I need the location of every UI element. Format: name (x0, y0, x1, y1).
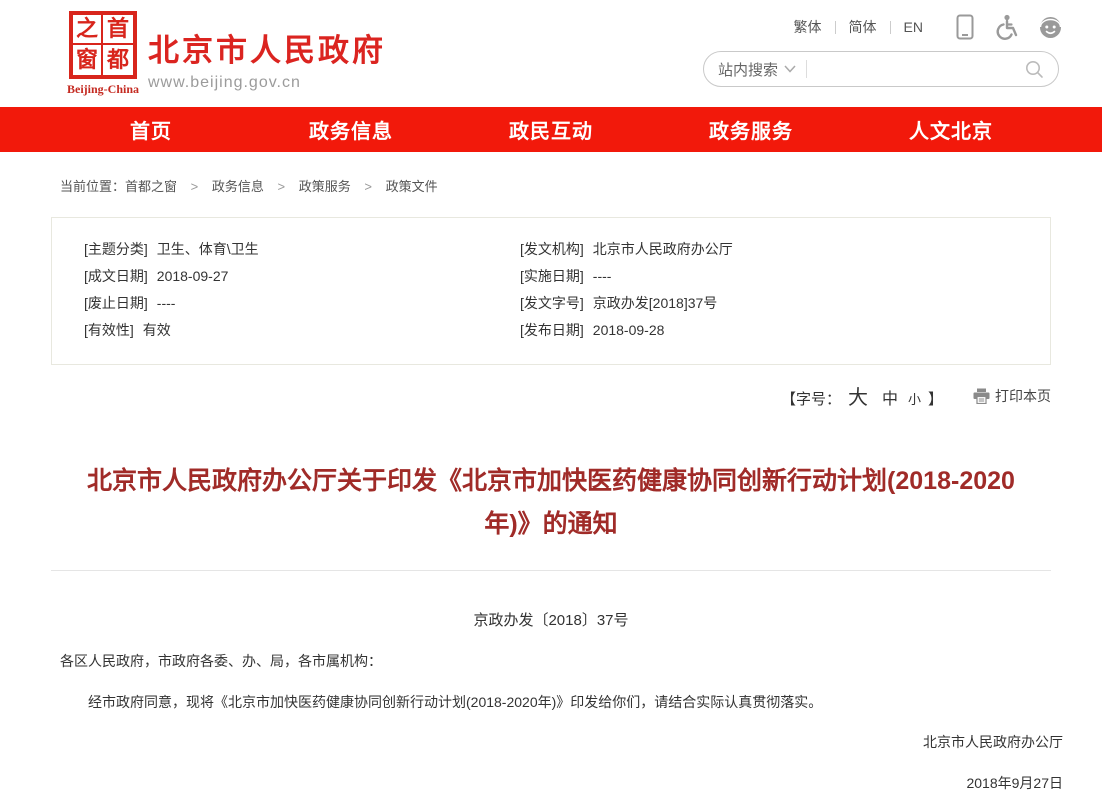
printer-icon (973, 388, 990, 404)
document-title: 北京市人民政府办公厅关于印发《北京市加快医药健康协同创新行动计划(2018-20… (79, 460, 1023, 546)
nav-item-services[interactable]: 政务服务 (651, 107, 851, 152)
meta-label: [废止日期] (84, 290, 148, 317)
nav-item-culture[interactable]: 人文北京 (851, 107, 1051, 152)
capital-window-seal-icon: 之 首 窗 都 (69, 11, 137, 79)
mobile-icon[interactable] (956, 14, 974, 40)
breadcrumb: 当前位置：首都之窗 > 政务信息 > 政策服务 > 政策文件 (0, 152, 1102, 195)
seal-char: 首 (103, 15, 133, 45)
meta-value: ---- (593, 263, 612, 290)
seal-char: 之 (73, 15, 103, 45)
font-size-large-button[interactable]: 大 (848, 381, 868, 410)
document-date: 2018年9月27日 (0, 773, 1063, 793)
meta-value: 2018-09-28 (593, 317, 665, 344)
breadcrumb-separator: > (278, 179, 286, 194)
lang-english-link[interactable]: EN (891, 19, 936, 35)
search-scope-dropdown[interactable]: 站内搜索 (718, 59, 796, 80)
lang-simplified-link[interactable]: 简体 (836, 17, 890, 37)
search-scope-label: 站内搜索 (718, 59, 778, 80)
breadcrumb-item-gov-info[interactable]: 政务信息 (212, 179, 264, 194)
meta-value: 北京市人民政府办公厅 (593, 236, 733, 263)
nav-item-gov-info[interactable]: 政务信息 (251, 107, 451, 152)
accessibility-icon[interactable] (994, 14, 1018, 40)
main-nav: 首页 政务信息 政民互动 政务服务 人文北京 (0, 107, 1102, 152)
meta-row-repeal-date: [废止日期] ---- (84, 290, 520, 317)
site-header: 之 首 窗 都 Beijing-China 北京市人民政府 www.beijin… (0, 0, 1102, 107)
breadcrumb-separator: > (364, 179, 372, 194)
meta-label: [发布日期] (520, 317, 584, 344)
chevron-down-icon (784, 65, 796, 73)
logo-caption: Beijing-China (64, 82, 142, 97)
header-utilities: 繁体 简体 EN (703, 14, 1063, 87)
meta-row-publish-date: [发布日期] 2018-09-28 (520, 317, 1050, 344)
meta-row-written-date: [成文日期] 2018-09-27 (84, 263, 520, 290)
meta-row-issuing-agency: [发文机构] 北京市人民政府办公厅 (520, 236, 1050, 263)
meta-row-topic: [主题分类] 卫生、体育\卫生 (84, 236, 520, 263)
lang-traditional-link[interactable]: 繁体 (781, 17, 835, 37)
site-logo[interactable]: 之 首 窗 都 Beijing-China (64, 11, 142, 97)
meta-value: 卫生、体育\卫生 (157, 236, 259, 263)
site-search-box: 站内搜索 (703, 51, 1059, 87)
meta-value: 2018-09-27 (157, 263, 229, 290)
page-toolbar: 【字号： 大 中 小 】 打印本页 (51, 381, 1051, 410)
language-bar: 繁体 简体 EN (703, 14, 1063, 40)
meta-row-validity: [有效性] 有效 (84, 317, 520, 344)
meta-value: ---- (157, 290, 176, 317)
meta-label: [实施日期] (520, 263, 584, 290)
print-page-label: 打印本页 (995, 386, 1051, 406)
site-title: 北京市人民政府 (148, 25, 386, 70)
breadcrumb-prefix: 当前位置： (60, 179, 125, 194)
font-size-medium-button[interactable]: 中 (882, 385, 898, 409)
document-number: 京政办发〔2018〕37号 (0, 609, 1102, 630)
breadcrumb-item-home[interactable]: 首都之窗 (125, 179, 177, 194)
document-meta-box: [主题分类] 卫生、体育\卫生 [成文日期] 2018-09-27 [废止日期]… (51, 217, 1051, 365)
search-input[interactable] (817, 61, 1025, 77)
breadcrumb-item-policy-docs[interactable]: 政策文件 (386, 179, 438, 194)
service-robot-icon[interactable] (1038, 15, 1063, 40)
site-identity[interactable]: 北京市人民政府 www.beijing.gov.cn (148, 25, 386, 92)
title-divider (51, 570, 1051, 571)
search-icon[interactable] (1025, 60, 1044, 79)
nav-item-interaction[interactable]: 政民互动 (451, 107, 651, 152)
document-signature: 北京市人民政府办公厅 (0, 732, 1063, 752)
breadcrumb-separator: > (191, 179, 199, 194)
font-size-small-button[interactable]: 小 (908, 389, 921, 408)
document-paragraph: 经市政府同意，现将《北京市加快医药健康协同创新行动计划(2018-2020年)》… (60, 692, 1063, 713)
nav-item-home[interactable]: 首页 (51, 107, 251, 152)
meta-label: [发文机构] (520, 236, 584, 263)
meta-row-doc-symbol: [发文字号] 京政办发[2018]37号 (520, 290, 1050, 317)
site-url: www.beijing.gov.cn (148, 74, 386, 92)
meta-value: 有效 (143, 317, 171, 344)
meta-label: [成文日期] (84, 263, 148, 290)
seal-char: 窗 (73, 45, 103, 75)
meta-label: [有效性] (84, 317, 134, 344)
breadcrumb-item-policy-service[interactable]: 政策服务 (299, 179, 351, 194)
print-page-button[interactable]: 打印本页 (973, 386, 1051, 406)
divider (806, 60, 807, 78)
font-size-prefix: 【字号： (781, 388, 841, 409)
seal-char: 都 (103, 45, 133, 75)
meta-value: 京政办发[2018]37号 (593, 290, 718, 317)
document-salutation: 各区人民政府，市政府各委、办、局，各市属机构： (60, 651, 1063, 671)
meta-row-effective-date: [实施日期] ---- (520, 263, 1050, 290)
font-size-suffix: 】 (928, 388, 943, 409)
meta-label: [主题分类] (84, 236, 148, 263)
meta-label: [发文字号] (520, 290, 584, 317)
